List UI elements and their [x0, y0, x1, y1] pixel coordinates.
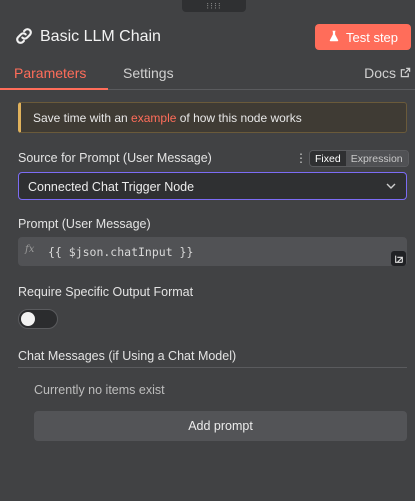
panel-header: Basic LLM Chain Test step [0, 22, 415, 58]
notice-text-before: Save time with an [33, 111, 132, 125]
switch-knob [21, 312, 35, 326]
empty-items-text: Currently no items exist [34, 383, 165, 397]
notice-text-after: of how this node works [176, 111, 302, 125]
kebab-icon[interactable]: ⋮ [295, 151, 307, 165]
panel-tabs: Parameters Settings Docs [0, 62, 415, 90]
tab-settings[interactable]: Settings [123, 65, 174, 81]
source-prompt-select[interactable]: Connected Chat Trigger Node [18, 172, 407, 200]
docs-link[interactable]: Docs [364, 65, 411, 81]
source-prompt-value: Connected Chat Trigger Node [28, 180, 195, 194]
chat-messages-label: Chat Messages (if Using a Chat Model) [18, 349, 237, 363]
section-divider [18, 367, 407, 368]
prompt-expression-value: {{ $json.chatInput }} [48, 245, 194, 259]
node-details-panel: ⁝⁝⁝⁝ Basic LLM Chain Test step Parameter… [0, 0, 415, 501]
output-format-switch[interactable] [18, 309, 58, 329]
flask-icon [328, 30, 340, 45]
test-step-button[interactable]: Test step [315, 24, 411, 50]
prompt-user-message-label: Prompt (User Message) [18, 217, 151, 231]
external-link-icon [400, 65, 411, 81]
chevron-down-icon [385, 180, 397, 192]
prompt-expression-field[interactable]: fx {{ $json.chatInput }} [18, 237, 407, 266]
example-notice: Save time with an example of how this no… [18, 102, 407, 133]
tab-parameters[interactable]: Parameters [14, 65, 86, 81]
expand-icon[interactable] [391, 251, 406, 266]
fixed-expression-toggle: Fixed Expression [309, 150, 409, 167]
test-step-label: Test step [345, 29, 399, 45]
drag-handle[interactable]: ⁝⁝⁝⁝ [182, 0, 246, 12]
example-link[interactable]: example [131, 111, 176, 125]
source-prompt-label: Source for Prompt (User Message) [18, 151, 212, 165]
drag-dots-icon: ⁝⁝⁝⁝ [206, 0, 222, 11]
mode-expression-option[interactable]: Expression [345, 151, 408, 166]
add-prompt-button[interactable]: Add prompt [34, 411, 407, 441]
active-tab-indicator [0, 88, 108, 90]
output-format-label: Require Specific Output Format [18, 285, 194, 299]
link-icon [14, 26, 34, 46]
docs-label: Docs [364, 65, 396, 81]
mode-fixed-option[interactable]: Fixed [310, 151, 346, 166]
node-title[interactable]: Basic LLM Chain [40, 28, 161, 46]
fx-icon: fx [25, 244, 35, 255]
